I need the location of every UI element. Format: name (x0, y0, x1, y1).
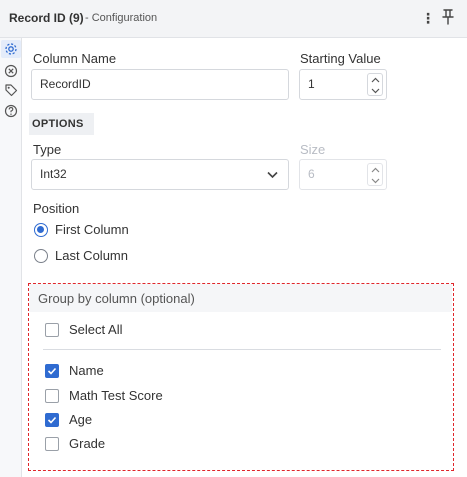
first-column-label[interactable]: First Column (55, 222, 129, 237)
chevron-down-icon[interactable] (371, 88, 380, 94)
more-vertical-icon[interactable]: ⋮ (421, 10, 435, 27)
grade-checkbox[interactable] (45, 437, 59, 451)
group-by-heading: Group by column (optional) (38, 291, 195, 306)
tag-icon[interactable] (4, 83, 18, 97)
starting-value: 1 (308, 77, 315, 91)
size-spin-buttons[interactable] (367, 163, 383, 186)
column-name-field[interactable]: RecordID (31, 69, 289, 100)
config-sidebar (0, 38, 22, 477)
help-icon[interactable] (4, 104, 18, 118)
group-by-divider (43, 349, 441, 350)
first-column-radio[interactable] (34, 223, 48, 237)
panel-title: Record ID (9) (9, 11, 84, 25)
size-stepper[interactable]: 6 (299, 159, 387, 190)
age-label[interactable]: Age (69, 412, 92, 427)
size-label: Size (300, 142, 326, 157)
grade-label[interactable]: Grade (69, 436, 105, 451)
starting-value-spin-buttons[interactable] (367, 73, 383, 96)
size-value: 6 (308, 167, 315, 181)
chevron-up-icon[interactable] (371, 167, 380, 173)
position-label: Position (33, 201, 80, 216)
math-test-score-checkbox[interactable] (45, 389, 59, 403)
age-checkbox[interactable] (45, 413, 59, 427)
options-heading: OPTIONS (29, 113, 94, 135)
last-column-radio[interactable] (34, 249, 48, 263)
close-circle-icon[interactable] (4, 64, 18, 78)
group-by-header: Group by column (optional) (29, 284, 452, 312)
panel-header: Record ID (9) - Configuration ⋮ (0, 0, 467, 38)
gear-icon[interactable] (4, 42, 18, 56)
starting-value-stepper[interactable]: 1 (299, 69, 387, 100)
pin-icon[interactable] (441, 9, 455, 25)
name-label[interactable]: Name (69, 363, 104, 378)
starting-value-label: Starting Value (300, 51, 381, 66)
select-all-checkbox[interactable] (45, 323, 59, 337)
name-checkbox[interactable] (45, 364, 59, 378)
panel-subtitle: - Configuration (85, 12, 158, 24)
type-label: Type (33, 142, 62, 157)
math-test-score-label[interactable]: Math Test Score (69, 388, 163, 403)
chevron-down-icon (267, 171, 278, 179)
group-by-panel: Group by column (optional) Select All Na… (28, 283, 454, 471)
type-select[interactable]: Int32 (31, 159, 289, 190)
last-column-label[interactable]: Last Column (55, 248, 128, 263)
column-name-label: Column Name (33, 51, 117, 66)
chevron-down-icon[interactable] (371, 178, 380, 184)
select-all-label[interactable]: Select All (69, 322, 122, 337)
chevron-up-icon[interactable] (371, 77, 380, 83)
type-value: Int32 (40, 167, 67, 181)
